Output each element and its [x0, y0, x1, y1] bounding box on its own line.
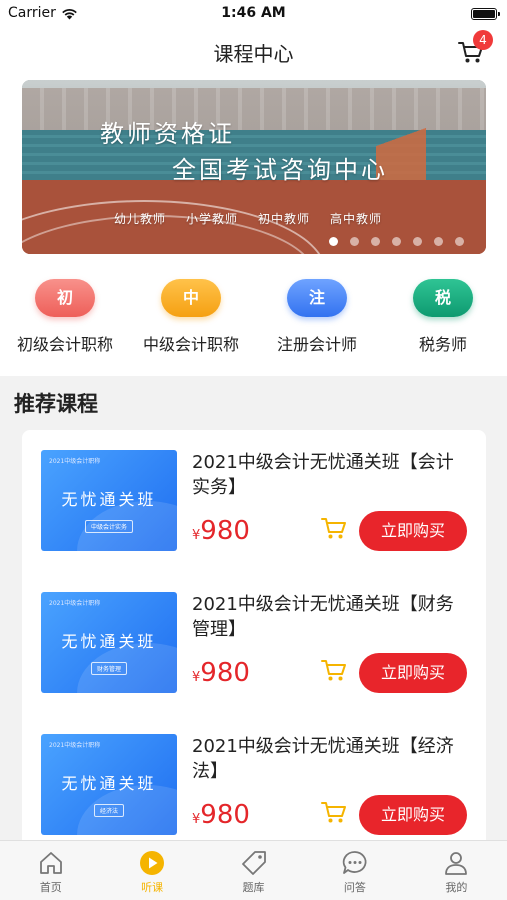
tag-icon	[241, 851, 266, 875]
price-value: 980	[200, 800, 250, 830]
thumb-title: 无忧通关班	[61, 774, 157, 793]
tab-label: 题库	[242, 881, 265, 894]
thumb-title: 无忧通关班	[61, 632, 157, 651]
pagination-dot[interactable]	[329, 237, 338, 246]
banner-tag: 高中教师	[330, 212, 383, 226]
banner-pagination[interactable]	[329, 237, 464, 246]
buy-now-button[interactable]: 立即购买	[359, 795, 467, 835]
pagination-dot[interactable]	[413, 237, 422, 246]
course-price: ¥980	[192, 800, 250, 830]
category-icon: 注	[287, 279, 347, 317]
course-title[interactable]: 2021中级会计无忧通关班【会计实务】	[192, 450, 468, 500]
price-value: 980	[200, 516, 250, 546]
tab-label: 首页	[39, 881, 62, 894]
tab-profile[interactable]: 我的	[406, 841, 507, 900]
category-item[interactable]: 注 注册会计师	[254, 279, 380, 355]
nav-bar: 课程中心 4	[0, 28, 507, 76]
category-label: 税务师	[418, 335, 467, 354]
play-icon	[140, 851, 165, 875]
cart-icon	[321, 518, 346, 539]
battery-icon	[471, 8, 500, 20]
section-title: 推荐课程	[14, 392, 98, 416]
pagination-dot[interactable]	[392, 237, 401, 246]
course-item[interactable]: 2021中级会计职称 无忧通关班 财务管理 2021中级会计无忧通关班【财务管理…	[22, 572, 486, 714]
category-row: 初 初级会计职称 中 中级会计职称 注 注册会计师 税 税务师	[0, 279, 507, 369]
tab-home[interactable]: 首页	[0, 841, 101, 900]
add-to-cart-button[interactable]	[320, 515, 348, 541]
pagination-dot[interactable]	[371, 237, 380, 246]
pagination-dot[interactable]	[350, 237, 359, 246]
course-item[interactable]: 2021中级会计职称 无忧通关班 中级会计实务 2021中级会计无忧通关班【会计…	[22, 430, 486, 572]
thumb-subject: 中级会计实务	[84, 520, 134, 533]
page-title: 课程中心	[213, 42, 294, 66]
banner-tags: 幼儿教师 小学教师 初中教师 高中教师	[114, 210, 382, 227]
course-thumbnail[interactable]: 2021中级会计职称 无忧通关班 财务管理	[41, 592, 177, 693]
status-bar: Carrier 1:46 AM	[0, 0, 507, 28]
category-icon: 中	[161, 279, 221, 317]
course-thumbnail[interactable]: 2021中级会计职称 无忧通关班 中级会计实务	[41, 450, 177, 551]
course-title[interactable]: 2021中级会计无忧通关班【财务管理】	[192, 592, 468, 642]
category-icon: 税	[413, 279, 473, 317]
category-icon: 初	[35, 279, 95, 317]
price-value: 980	[200, 658, 250, 688]
home-icon	[39, 852, 62, 874]
clock: 1:46 AM	[221, 5, 286, 21]
cart-icon	[321, 802, 346, 823]
thumb-title: 无忧通关班	[61, 490, 157, 509]
pagination-dot[interactable]	[455, 237, 464, 246]
category-item[interactable]: 税 税务师	[380, 279, 506, 355]
category-item[interactable]: 中 中级会计职称	[128, 279, 254, 355]
category-label: 初级会计职称	[16, 335, 113, 354]
cart-count-badge: 4	[473, 30, 493, 50]
top-section: 教师资格证 全国考试咨询中心 幼儿教师 小学教师 初中教师 高中教师 初 初级会…	[0, 76, 507, 376]
course-list: 2021中级会计职称 无忧通关班 中级会计实务 2021中级会计无忧通关班【会计…	[22, 430, 486, 850]
chat-icon	[342, 851, 367, 874]
course-title[interactable]: 2021中级会计无忧通关班【经济法】	[192, 734, 468, 784]
buy-now-button[interactable]: 立即购买	[359, 653, 467, 693]
banner-title-line1: 教师资格证	[100, 120, 235, 148]
thumb-caption: 2021中级会计职称	[49, 600, 101, 607]
banner-tag: 小学教师	[186, 212, 239, 226]
tab-label: 我的	[445, 881, 468, 894]
buy-now-button[interactable]: 立即购买	[359, 511, 467, 551]
promo-banner[interactable]: 教师资格证 全国考试咨询中心 幼儿教师 小学教师 初中教师 高中教师	[22, 80, 486, 254]
cart-button[interactable]: 4	[457, 30, 493, 68]
tab-bar: 首页 听课 题库 问答 我的	[0, 840, 507, 900]
add-to-cart-button[interactable]	[320, 799, 348, 825]
course-thumbnail[interactable]: 2021中级会计职称 无忧通关班 经济法	[41, 734, 177, 835]
tab-qa[interactable]: 问答	[304, 841, 405, 900]
thumb-subject: 财务管理	[90, 662, 128, 675]
banner-tag: 初中教师	[258, 212, 311, 226]
thumb-caption: 2021中级会计职称	[49, 458, 101, 465]
category-item[interactable]: 初 初级会计职称	[2, 279, 128, 355]
user-icon	[445, 852, 468, 875]
banner-tag: 幼儿教师	[114, 212, 167, 226]
tab-listen[interactable]: 听课	[101, 841, 202, 900]
banner-title-line2: 全国考试咨询中心	[172, 156, 388, 184]
cart-icon	[321, 660, 346, 681]
category-label: 注册会计师	[276, 335, 357, 354]
category-label: 中级会计职称	[142, 335, 239, 354]
thumb-subject: 经济法	[93, 804, 125, 817]
course-price: ¥980	[192, 516, 250, 546]
tab-question-bank[interactable]: 题库	[203, 841, 304, 900]
course-item[interactable]: 2021中级会计职称 无忧通关班 经济法 2021中级会计无忧通关班【经济法】 …	[22, 714, 486, 850]
pagination-dot[interactable]	[434, 237, 443, 246]
add-to-cart-button[interactable]	[320, 657, 348, 683]
tab-label: 听课	[141, 881, 164, 894]
thumb-caption: 2021中级会计职称	[49, 742, 101, 749]
course-price: ¥980	[192, 658, 250, 688]
tab-label: 问答	[343, 881, 366, 894]
